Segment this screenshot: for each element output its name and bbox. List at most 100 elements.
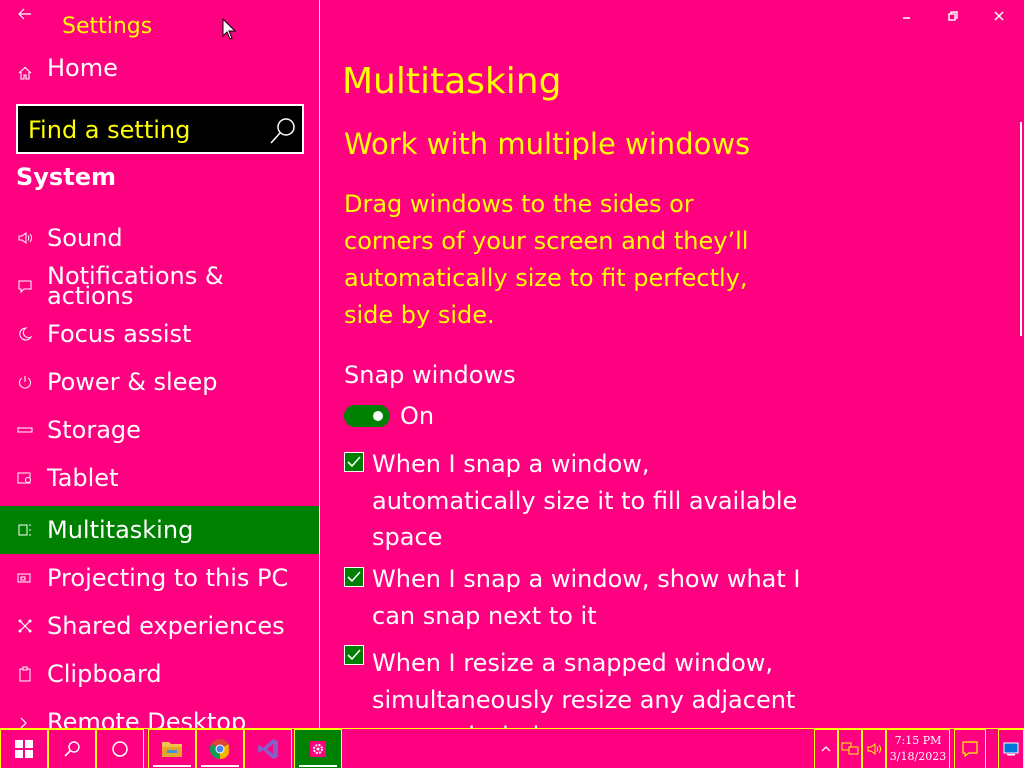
start-button[interactable]: [0, 729, 48, 768]
windows-logo-icon: [15, 740, 33, 758]
sidebar-item-storage[interactable]: Storage: [0, 406, 319, 454]
mouse-cursor-icon: [222, 18, 236, 40]
running-indicator: [201, 765, 239, 767]
resize-adjacent-checkbox[interactable]: [344, 645, 364, 665]
settings-sidebar: Settings Home Find a setting System Soun…: [0, 0, 320, 728]
taskbar-clock[interactable]: 7:15 PM 3/18/2023: [886, 729, 950, 768]
notification-icon: [962, 741, 978, 758]
sidebar-item-label: Clipboard: [47, 660, 162, 688]
toggle-state-label: On: [400, 402, 435, 430]
section-header: System: [16, 163, 116, 191]
sidebar-item-label: Notifications & actions: [47, 262, 224, 310]
sidebar-item-label: Sound: [47, 224, 123, 252]
moon-icon: [14, 323, 36, 345]
chrome-button[interactable]: [196, 729, 244, 768]
visual-studio-icon: [258, 739, 278, 759]
file-explorer-button[interactable]: [148, 729, 196, 768]
shared-icon: [14, 615, 36, 637]
folder-icon: [162, 742, 182, 757]
show-desktop-button[interactable]: [998, 729, 1024, 768]
sidebar-item-clipboard[interactable]: Clipboard: [0, 650, 319, 698]
snap-windows-toggle[interactable]: [344, 405, 390, 427]
checkbox-label: When I snap a window, show what I can sn…: [372, 565, 801, 630]
chevron-up-icon: [821, 746, 831, 752]
volume-icon: [867, 743, 881, 755]
sidebar-item-focus-assist[interactable]: Focus assist: [0, 310, 319, 358]
power-icon: [14, 371, 36, 393]
sidebar-item-label: Storage: [47, 416, 141, 444]
sidebar-item-shared-experiences[interactable]: Shared experiences: [0, 602, 319, 650]
scrollbar-thumb[interactable]: [1020, 122, 1022, 336]
sidebar-item-multitasking[interactable]: Multitasking: [0, 506, 319, 554]
action-center-button[interactable]: [954, 729, 986, 768]
app-title: Settings: [62, 14, 153, 39]
snap-option-resize-adjacent: When I resize a snapped window, simultan…: [344, 645, 804, 728]
restore-button[interactable]: [930, 0, 976, 32]
visual-studio-button[interactable]: [244, 729, 292, 768]
task-view-button[interactable]: [96, 729, 144, 768]
show-next-checkbox[interactable]: [344, 567, 364, 587]
page-title: Multitasking: [342, 61, 562, 102]
projector-icon: [14, 567, 36, 589]
checkbox-label: When I snap a window, automatically size…: [372, 450, 798, 551]
taskbar: 7:15 PM 3/18/2023: [0, 728, 1024, 768]
multitasking-icon: [14, 519, 36, 541]
sidebar-item-label: Shared experiences: [47, 612, 285, 640]
tablet-icon: [14, 467, 36, 489]
search-placeholder: Find a setting: [28, 116, 191, 144]
circle-icon: [112, 741, 128, 757]
show-hidden-icons-button[interactable]: [814, 729, 838, 768]
restore-icon: [948, 11, 958, 21]
snap-windows-label: Snap windows: [344, 361, 516, 389]
storage-icon: [14, 419, 36, 441]
section-title: Work with multiple windows: [344, 127, 751, 161]
home-icon: [14, 62, 36, 84]
fill-space-checkbox[interactable]: [344, 452, 364, 472]
notification-icon: [14, 275, 36, 297]
checkbox-label: When I resize a snapped window, simultan…: [372, 649, 796, 728]
back-arrow-icon: [18, 8, 31, 20]
minimize-icon: [903, 17, 910, 19]
running-indicator: [153, 765, 191, 767]
sidebar-item-label: Multitasking: [47, 516, 194, 544]
back-button[interactable]: [10, 5, 40, 29]
remote-desktop-icon: [14, 711, 36, 728]
section-description: Drag windows to the sides or corners of …: [344, 190, 749, 329]
desktop-icon: [1003, 742, 1019, 756]
toggle-knob: [373, 411, 383, 421]
gear-icon: [310, 741, 326, 757]
window-controls: [884, 0, 1024, 32]
sidebar-item-notifications[interactable]: Notifications & actions: [0, 262, 319, 310]
close-icon: [994, 11, 1004, 21]
network-icon: [841, 742, 859, 755]
checkmark-icon: [347, 649, 361, 661]
sidebar-item-label: Power & sleep: [47, 368, 218, 396]
search-input[interactable]: Find a setting: [16, 104, 304, 154]
search-icon: [64, 741, 80, 757]
search-icon[interactable]: [268, 116, 298, 146]
settings-taskbar-button[interactable]: [294, 729, 342, 768]
checkmark-icon: [347, 456, 361, 468]
taskbar-search-button[interactable]: [48, 729, 96, 768]
sidebar-item-label: Remote Desktop: [47, 708, 247, 728]
chrome-icon: [209, 739, 230, 760]
checkmark-icon: [347, 571, 361, 583]
home-nav-item[interactable]: Home: [0, 52, 319, 88]
network-tray-button[interactable]: [838, 729, 862, 768]
sidebar-item-power-sleep[interactable]: Power & sleep: [0, 358, 319, 406]
running-indicator: [299, 765, 337, 767]
sidebar-item-label: Tablet: [47, 464, 119, 492]
clock-date: 3/18/2023: [889, 750, 947, 763]
minimize-button[interactable]: [884, 0, 930, 32]
sidebar-item-projecting[interactable]: Projecting to this PC: [0, 554, 319, 602]
volume-tray-button[interactable]: [862, 729, 886, 768]
clipboard-icon: [14, 663, 36, 685]
speaker-icon: [14, 227, 36, 249]
sidebar-item-label: Projecting to this PC: [47, 564, 289, 592]
sidebar-item-sound[interactable]: Sound: [0, 214, 319, 262]
sidebar-item-tablet[interactable]: Tablet: [0, 454, 319, 502]
clock-time: 7:15 PM: [894, 734, 942, 747]
close-button[interactable]: [976, 0, 1022, 32]
sidebar-item-remote-desktop[interactable]: Remote Desktop: [0, 698, 319, 728]
home-label: Home: [47, 54, 118, 82]
